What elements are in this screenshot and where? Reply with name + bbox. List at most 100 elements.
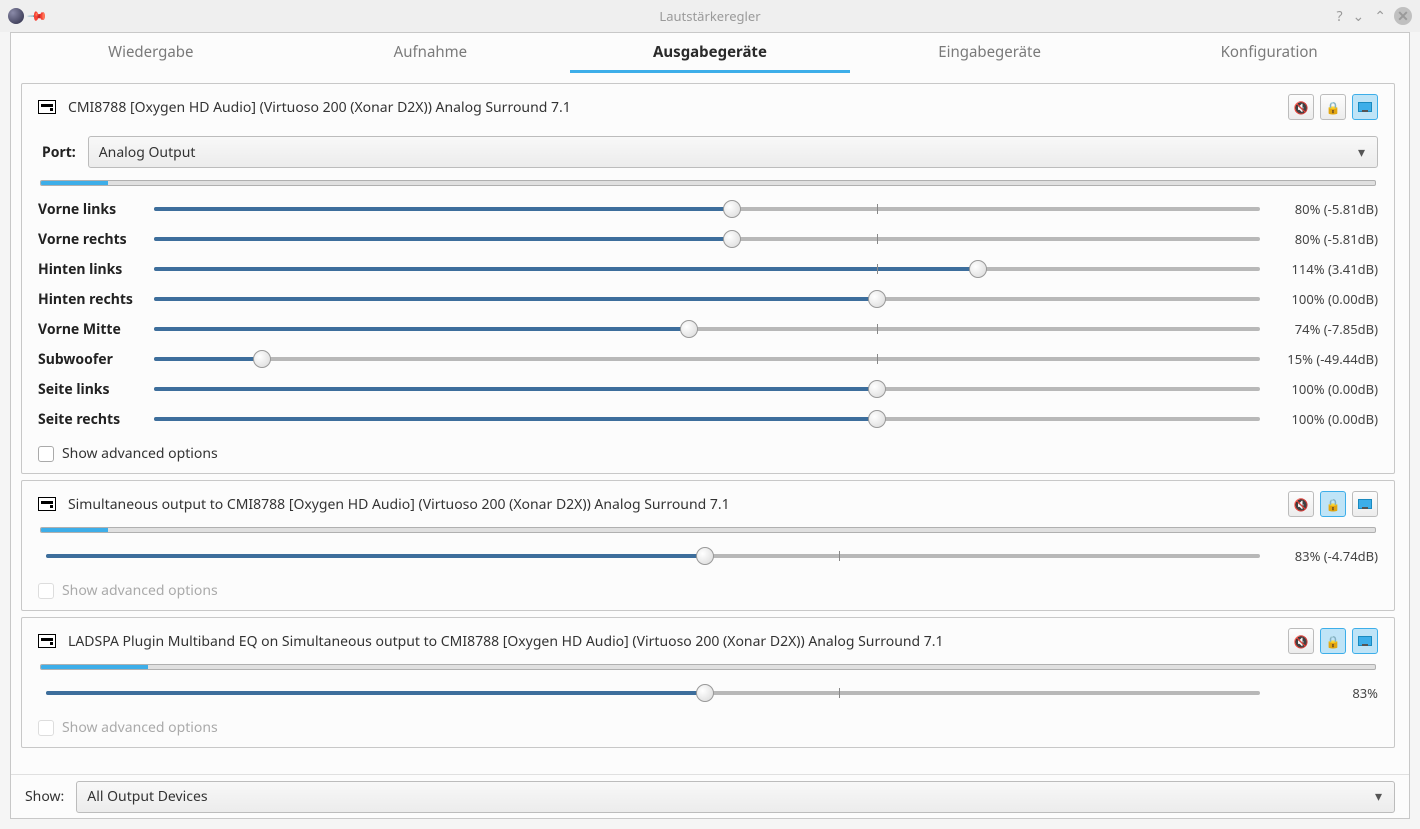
mute-icon [1294, 496, 1309, 513]
channel-row: Seite rechts 100% (0.00dB) [38, 404, 1378, 434]
slider-fill [154, 327, 689, 331]
channel-row: 83% (-4.74dB) [38, 541, 1378, 571]
advanced-options-row: Show advanced options [38, 718, 1378, 737]
volume-slider[interactable] [154, 409, 1260, 429]
set-default-button[interactable] [1352, 628, 1378, 654]
volume-slider[interactable] [154, 349, 1260, 369]
device-name: LADSPA Plugin Multiband EQ on Simultaneo… [68, 632, 1276, 651]
window-title: Lautstärkeregler [0, 7, 1420, 25]
channel-label: Seite links [38, 380, 146, 399]
slider-thumb[interactable] [253, 350, 271, 368]
channel-value: 80% (-5.81dB) [1268, 230, 1378, 248]
lock-icon [1326, 633, 1341, 650]
channel-row: 83% [38, 678, 1378, 708]
slider-fill [154, 267, 978, 271]
volume-slider[interactable] [154, 379, 1260, 399]
window-body: WiedergabeAufnahmeAusgabegeräteEingabege… [10, 32, 1410, 819]
device-header: CMI8788 [Oxygen HD Audio] (Virtuoso 200 … [38, 84, 1378, 126]
tab-konfiguration[interactable]: Konfiguration [1129, 33, 1409, 73]
content-area[interactable]: CMI8788 [Oxygen HD Audio] (Virtuoso 200 … [11, 73, 1409, 774]
device-header: LADSPA Plugin Multiband EQ on Simultaneo… [38, 618, 1378, 660]
sound-card-icon [38, 497, 56, 511]
slider-fill [46, 554, 705, 558]
channel-label: Seite rechts [38, 410, 146, 429]
slider-fill [154, 237, 732, 241]
set-default-button[interactable] [1352, 94, 1378, 120]
port-row: Port:Analog Output [42, 136, 1378, 168]
slider-thumb[interactable] [723, 200, 741, 218]
mute-button[interactable] [1288, 491, 1314, 517]
monitor-icon [1358, 499, 1372, 509]
device-header-buttons [1288, 94, 1378, 120]
channel-label: Vorne rechts [38, 230, 146, 249]
slider-thumb[interactable] [696, 547, 714, 565]
slider-thumb[interactable] [969, 260, 987, 278]
advanced-options-row: Show advanced options [38, 444, 1378, 463]
volume-slider[interactable] [154, 319, 1260, 339]
slider-fill [154, 297, 877, 301]
slider-thumb[interactable] [868, 380, 886, 398]
channel-value: 80% (-5.81dB) [1268, 200, 1378, 218]
volume-slider[interactable] [154, 229, 1260, 249]
maximize-icon[interactable]: ⌃ [1372, 5, 1388, 28]
port-combo[interactable]: Analog Output [88, 136, 1378, 168]
channel-row: Vorne rechts 80% (-5.81dB) [38, 224, 1378, 254]
slider-fill [46, 691, 705, 695]
channel-row: Hinten links114% (3.41dB) [38, 254, 1378, 284]
slider-thumb[interactable] [680, 320, 698, 338]
channel-value: 83% (-4.74dB) [1268, 547, 1378, 565]
mute-button[interactable] [1288, 628, 1314, 654]
channel-row: Vorne links80% (-5.81dB) [38, 194, 1378, 224]
lock-icon [1326, 99, 1341, 116]
advanced-options-checkbox [38, 583, 54, 599]
lock-icon [1326, 496, 1341, 513]
channel-value: 83% [1268, 684, 1378, 702]
advanced-options-label: Show advanced options [62, 718, 218, 737]
slider-tick-100 [877, 264, 878, 274]
channel-row: Vorne Mitte74% (-7.85dB) [38, 314, 1378, 344]
channel-value: 100% (0.00dB) [1268, 410, 1378, 428]
minimize-icon[interactable]: ⌄ [1351, 5, 1367, 28]
slider-track [154, 357, 1260, 361]
tab-ausgabegeräte[interactable]: Ausgabegeräte [570, 33, 850, 73]
device-header-buttons [1288, 491, 1378, 517]
channel-label: Hinten links [38, 260, 146, 279]
mute-button[interactable] [1288, 94, 1314, 120]
slider-tick-100 [839, 551, 840, 561]
slider-tick-100 [839, 688, 840, 698]
tab-wiedergabe[interactable]: Wiedergabe [11, 33, 291, 73]
slider-tick-100 [877, 354, 878, 364]
slider-tick-100 [877, 324, 878, 334]
set-default-button[interactable] [1352, 491, 1378, 517]
show-combo[interactable]: All Output Devices [76, 781, 1395, 813]
mute-icon [1294, 99, 1309, 116]
volume-slider[interactable] [154, 259, 1260, 279]
volume-slider[interactable] [154, 289, 1260, 309]
advanced-options-label: Show advanced options [62, 581, 218, 600]
pin-icon[interactable]: 📌 [26, 4, 50, 28]
slider-thumb[interactable] [723, 230, 741, 248]
monitor-icon [1358, 636, 1372, 646]
channel-label: Subwoofer [38, 350, 146, 369]
lock-channels-button[interactable] [1320, 628, 1346, 654]
lock-channels-button[interactable] [1320, 491, 1346, 517]
slider-thumb[interactable] [868, 410, 886, 428]
volume-slider[interactable] [154, 199, 1260, 219]
close-icon[interactable]: ✕ [1394, 7, 1412, 25]
lock-channels-button[interactable] [1320, 94, 1346, 120]
slider-thumb[interactable] [696, 684, 714, 702]
volume-slider[interactable] [46, 546, 1260, 566]
advanced-options-checkbox[interactable] [38, 446, 54, 462]
slider-tick-100 [877, 234, 878, 244]
slider-thumb[interactable] [868, 290, 886, 308]
tab-aufnahme[interactable]: Aufnahme [291, 33, 571, 73]
device-panel: CMI8788 [Oxygen HD Audio] (Virtuoso 200 … [21, 83, 1395, 474]
help-icon[interactable]: ? [1334, 5, 1344, 28]
tab-eingabegeräte[interactable]: Eingabegeräte [850, 33, 1130, 73]
device-name: Simultaneous output to CMI8788 [Oxygen H… [68, 495, 1276, 514]
device-header: Simultaneous output to CMI8788 [Oxygen H… [38, 481, 1378, 523]
device-panel: LADSPA Plugin Multiband EQ on Simultaneo… [21, 617, 1395, 748]
device-panel: Simultaneous output to CMI8788 [Oxygen H… [21, 480, 1395, 611]
vu-meter-fill [41, 528, 108, 532]
volume-slider[interactable] [46, 683, 1260, 703]
